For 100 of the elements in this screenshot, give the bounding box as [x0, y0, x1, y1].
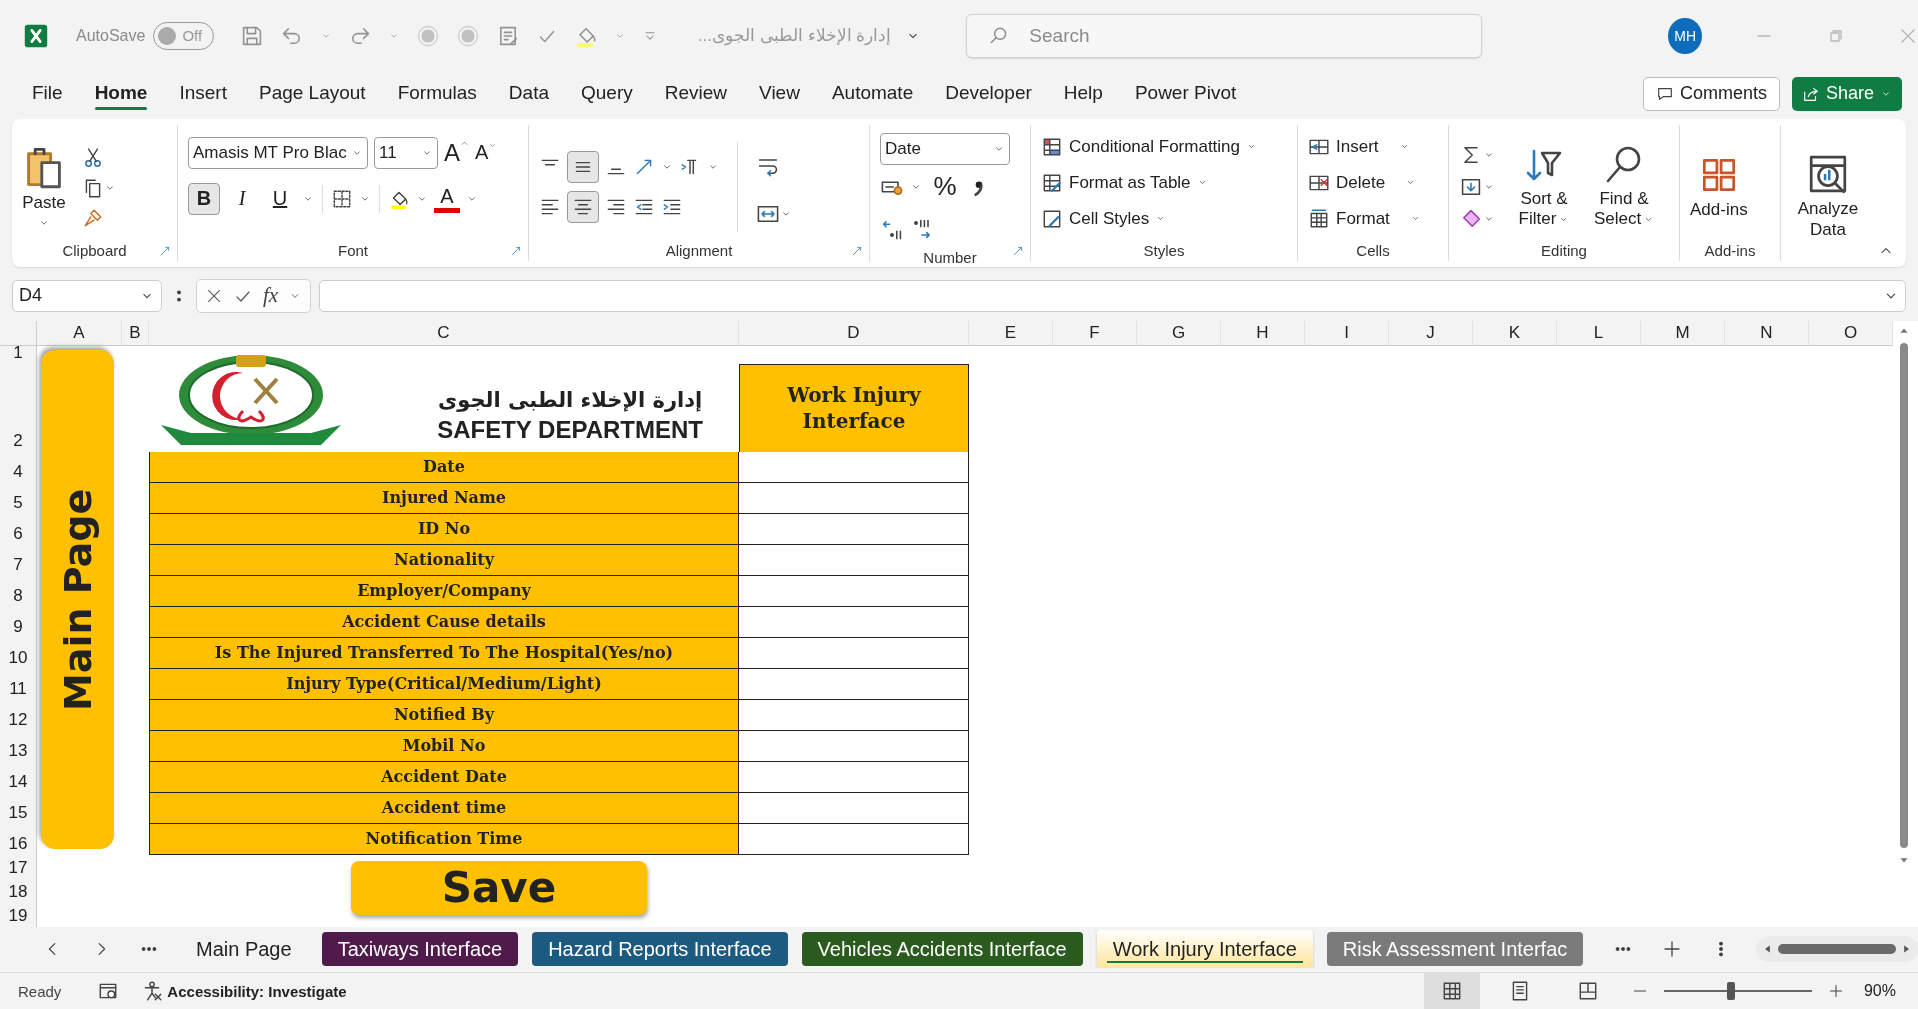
- column-header[interactable]: K: [1473, 320, 1557, 346]
- sheet-tab[interactable]: Risk Assessment Interfac: [1326, 932, 1584, 967]
- comments-button[interactable]: Comments: [1642, 76, 1780, 111]
- find-select-button[interactable]: Find & Select: [1587, 144, 1661, 230]
- input-cell[interactable]: [739, 668, 969, 700]
- menu-tab[interactable]: View: [745, 75, 814, 112]
- dialog-launcher-icon[interactable]: [159, 244, 171, 257]
- column-header[interactable]: A: [37, 320, 122, 346]
- menu-tab[interactable]: Query: [567, 75, 647, 112]
- column-header[interactable]: N: [1725, 320, 1809, 346]
- view-button[interactable]: [1423, 973, 1480, 1009]
- cells-menu-button[interactable]: Format: [1308, 204, 1438, 233]
- row-header[interactable]: 19: [0, 902, 37, 927]
- column-header[interactable]: E: [969, 320, 1053, 346]
- formula-field[interactable]: [319, 279, 1906, 312]
- sheet-tab[interactable]: Taxiways Interface: [321, 932, 519, 967]
- menu-tab[interactable]: Power Pivot: [1120, 75, 1251, 112]
- input-cell[interactable]: [739, 792, 969, 824]
- row-header[interactable]: 16: [0, 823, 37, 855]
- input-cell[interactable]: [739, 482, 969, 514]
- row-header[interactable]: 18: [0, 878, 37, 903]
- row-header[interactable]: 9: [0, 606, 37, 638]
- cells-menu-button[interactable]: Insert: [1308, 132, 1438, 161]
- menu-tab[interactable]: Developer: [931, 75, 1046, 112]
- insert-function-button[interactable]: fx: [263, 283, 279, 309]
- main-page-button[interactable]: Main Page: [41, 349, 114, 849]
- menu-tab[interactable]: Review: [650, 75, 742, 112]
- cut-icon[interactable]: [82, 147, 104, 170]
- name-box[interactable]: D4: [12, 279, 162, 312]
- add-ins-button[interactable]: Add-ins: [1690, 153, 1748, 221]
- input-cell[interactable]: [739, 513, 969, 545]
- font-color-button[interactable]: A: [434, 184, 460, 213]
- row-header[interactable]: 13: [0, 730, 37, 762]
- column-header[interactable]: B: [122, 320, 149, 346]
- align-center-button[interactable]: [567, 191, 599, 224]
- row-header[interactable]: 10: [0, 637, 37, 669]
- menu-tab[interactable]: Insert: [165, 75, 241, 112]
- input-cell[interactable]: [739, 823, 969, 855]
- input-cell[interactable]: [739, 761, 969, 793]
- row-header[interactable]: 8: [0, 575, 37, 607]
- menu-tab[interactable]: File: [18, 75, 77, 112]
- accessibility-status[interactable]: Accessibility: Investigate: [167, 982, 347, 1000]
- row-header[interactable]: 4: [0, 451, 37, 483]
- number-format-dropdown[interactable]: Date: [880, 132, 1010, 165]
- middle-align-button[interactable]: [567, 151, 599, 184]
- italic-button[interactable]: I: [226, 182, 258, 215]
- zoom-slider-thumb[interactable]: [1726, 982, 1735, 1000]
- input-cell[interactable]: [739, 544, 969, 576]
- save-button[interactable]: Save: [351, 860, 647, 915]
- grow-font-button[interactable]: A: [444, 138, 469, 167]
- cells-menu-button[interactable]: Delete: [1308, 168, 1438, 197]
- horizontal-scrollbar[interactable]: [1756, 936, 1918, 963]
- row-header[interactable]: 11: [0, 668, 37, 700]
- menu-tab[interactable]: Page Layout: [244, 75, 380, 112]
- dialog-launcher-icon[interactable]: [851, 244, 863, 257]
- input-cell[interactable]: [739, 637, 969, 669]
- shrink-font-button[interactable]: A: [475, 141, 498, 165]
- row-header[interactable]: 17: [0, 854, 37, 879]
- column-header[interactable]: J: [1389, 320, 1473, 346]
- input-cell[interactable]: [739, 730, 969, 762]
- font-size-dropdown[interactable]: 11: [374, 136, 438, 169]
- input-cell[interactable]: [739, 606, 969, 638]
- sheet-tab[interactable]: Vehicles Accidents Interface: [801, 932, 1083, 967]
- column-header[interactable]: D: [739, 320, 969, 346]
- row-header[interactable]: 14: [0, 761, 37, 793]
- column-header[interactable]: G: [1137, 320, 1221, 346]
- input-cell[interactable]: [739, 699, 969, 731]
- sheet-tab[interactable]: Main Page: [180, 932, 308, 967]
- menu-tab[interactable]: Formulas: [383, 75, 491, 112]
- row-header[interactable]: 2: [0, 363, 37, 452]
- sheet-tab[interactable]: Work Injury Interface: [1096, 930, 1313, 969]
- styles-menu-button[interactable]: Format as Table: [1041, 168, 1287, 197]
- analyze-data-button[interactable]: Analyze Data: [1791, 153, 1865, 240]
- styles-menu-button[interactable]: Cell Styles: [1041, 204, 1287, 233]
- row-header[interactable]: 7: [0, 544, 37, 576]
- menu-tab[interactable]: Data: [494, 75, 563, 112]
- column-header[interactable]: O: [1809, 320, 1893, 346]
- font-name-dropdown[interactable]: Amasis MT Pro Blac: [188, 136, 368, 169]
- menu-tab[interactable]: Automate: [817, 75, 928, 112]
- row-header[interactable]: 6: [0, 513, 37, 545]
- dialog-launcher-icon[interactable]: [1012, 244, 1024, 257]
- input-cell[interactable]: [739, 575, 969, 607]
- styles-menu-button[interactable]: Conditional Formatting: [1041, 132, 1287, 161]
- search-field[interactable]: Search: [966, 13, 1483, 58]
- zoom-in-icon[interactable]: [1827, 983, 1844, 999]
- menu-tab[interactable]: Help: [1049, 75, 1117, 112]
- row-header[interactable]: 5: [0, 482, 37, 514]
- user-avatar[interactable]: MH: [1668, 17, 1702, 54]
- scrollbar-thumb[interactable]: [1900, 342, 1908, 848]
- column-header[interactable]: H: [1221, 320, 1305, 346]
- row-header[interactable]: 15: [0, 792, 37, 824]
- sheet-tab[interactable]: Hazard Reports Interface: [532, 932, 788, 967]
- zoom-level[interactable]: 90%: [1863, 982, 1896, 1000]
- row-header[interactable]: 12: [0, 699, 37, 731]
- share-button[interactable]: Share: [1791, 76, 1902, 111]
- column-header[interactable]: M: [1641, 320, 1725, 346]
- column-header[interactable]: I: [1305, 320, 1389, 346]
- column-header[interactable]: F: [1053, 320, 1137, 346]
- dialog-launcher-icon[interactable]: [510, 244, 522, 257]
- column-header[interactable]: C: [149, 320, 739, 346]
